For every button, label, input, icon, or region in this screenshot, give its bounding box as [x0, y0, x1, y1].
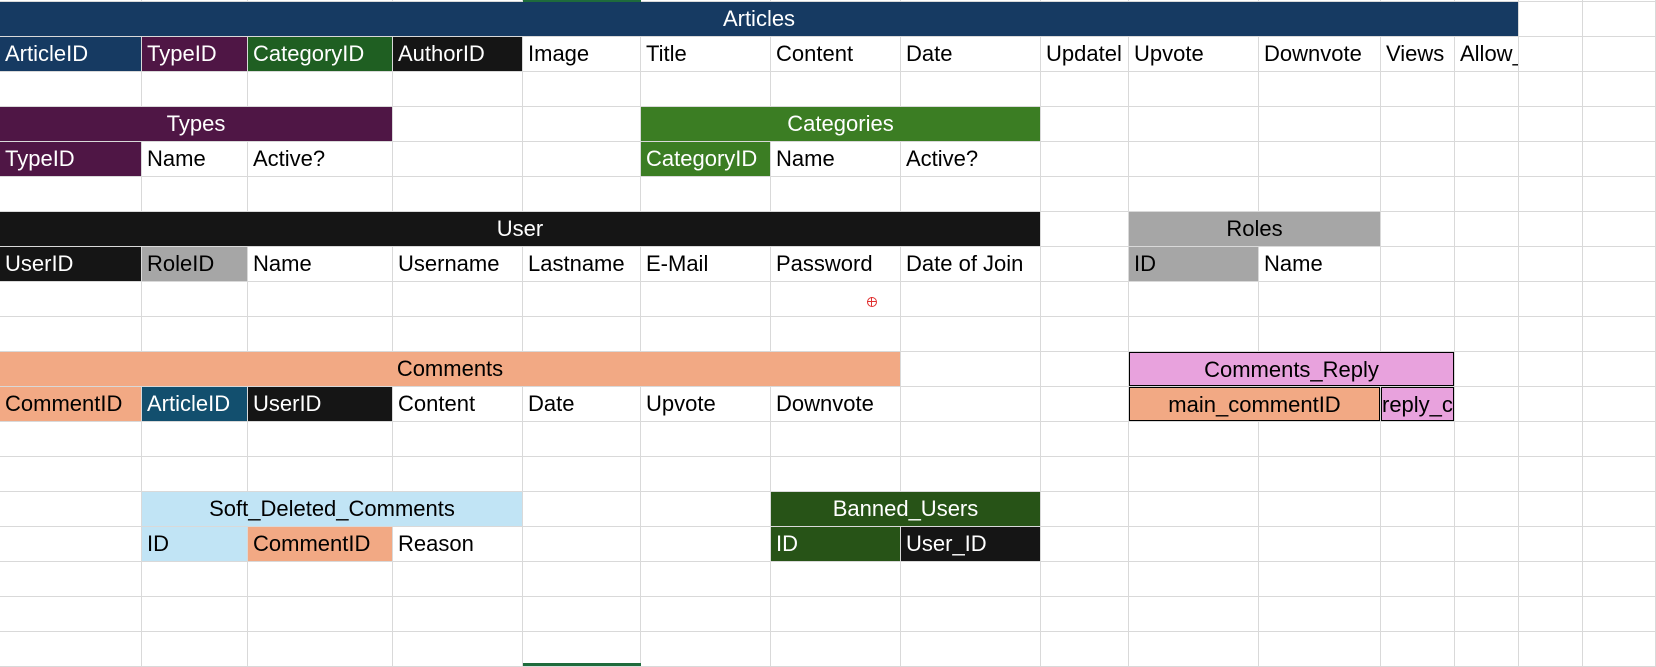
spreadsheet-grid[interactable]: Articles ArticleID TypeID CategoryID AuthorI… — [0, 0, 1656, 667]
gridline — [1040, 0, 1041, 666]
comments_reply-field-cell[interactable]: main_commentID — [1129, 387, 1380, 421]
comments-field-cell[interactable]: Date — [523, 387, 640, 421]
gridline — [392, 0, 393, 666]
gridline — [640, 0, 641, 666]
user-field-cell[interactable]: E-Mail — [641, 247, 770, 281]
gridline — [0, 456, 1656, 457]
gridline — [0, 71, 1656, 72]
types-field-cell[interactable]: Active? — [248, 142, 392, 176]
gridline — [0, 561, 1656, 562]
articles-field-cell[interactable]: AuthorID — [393, 37, 522, 71]
roles-table-title[interactable]: Roles — [1129, 212, 1380, 246]
categories-field-cell[interactable]: Name — [771, 142, 900, 176]
gridline — [770, 0, 771, 666]
categories-table-title[interactable]: Categories — [641, 107, 1040, 141]
user-field-cell[interactable]: UserID — [0, 247, 141, 281]
articles-field-cell[interactable]: TypeID — [142, 37, 247, 71]
comments_reply-table-title[interactable]: Comments_Reply — [1129, 352, 1454, 386]
articles-field-cell[interactable]: Downvote — [1259, 37, 1380, 71]
user-field-cell[interactable]: Lastname — [523, 247, 640, 281]
soft_deleted_comments-table-title[interactable]: Soft_Deleted_Comments — [142, 492, 522, 526]
cursor-crosshair-icon — [867, 297, 877, 307]
soft_deleted_comments-field-cell[interactable]: CommentID — [248, 527, 392, 561]
categories-field-cell[interactable]: CategoryID — [641, 142, 770, 176]
user-field-cell[interactable]: Date of Join — [901, 247, 1040, 281]
articles-field-cell[interactable]: CategoryID — [248, 37, 392, 71]
gridline — [900, 0, 901, 666]
gridline — [1380, 0, 1381, 666]
comments-field-cell[interactable]: Content — [393, 387, 522, 421]
gridline — [0, 176, 1656, 177]
gridline — [522, 0, 523, 666]
user-field-cell[interactable]: Username — [393, 247, 522, 281]
user-table-title[interactable]: User — [0, 212, 1040, 246]
gridline — [1128, 0, 1129, 666]
gridline — [141, 0, 142, 666]
articles-field-cell[interactable]: Content — [771, 37, 900, 71]
gridline — [1454, 0, 1455, 666]
user-field-cell[interactable]: RoleID — [142, 247, 247, 281]
articles-field-cell[interactable]: Date — [901, 37, 1040, 71]
banned_users-table-title[interactable]: Banned_Users — [771, 492, 1040, 526]
types-table-title[interactable]: Types — [0, 107, 392, 141]
comments-table-title[interactable]: Comments — [0, 352, 900, 386]
articles-field-cell[interactable]: Updatel — [1041, 37, 1128, 71]
comments_reply-field-cell[interactable]: reply_commentID — [1381, 387, 1454, 421]
types-field-cell[interactable]: TypeID — [0, 142, 141, 176]
gridline — [1582, 0, 1583, 666]
soft_deleted_comments-field-cell[interactable]: Reason — [393, 527, 522, 561]
user-field-cell[interactable]: Name — [248, 247, 392, 281]
gridline — [1518, 0, 1519, 666]
categories-field-cell[interactable]: Active? — [901, 142, 1040, 176]
roles-field-cell[interactable]: Name — [1259, 247, 1380, 281]
comments-field-cell[interactable]: Downvote — [771, 387, 900, 421]
articles-field-cell[interactable]: Upvote — [1129, 37, 1258, 71]
gridline — [247, 0, 248, 666]
comments-field-cell[interactable]: UserID — [248, 387, 392, 421]
banned_users-field-cell[interactable]: ID — [771, 527, 900, 561]
soft_deleted_comments-field-cell[interactable]: ID — [142, 527, 247, 561]
banned_users-field-cell[interactable]: User_ID — [901, 527, 1040, 561]
articles-table-title[interactable]: Articles — [0, 2, 1518, 36]
comments-field-cell[interactable]: Upvote — [641, 387, 770, 421]
articles-field-cell[interactable]: Views — [1381, 37, 1454, 71]
gridline — [0, 316, 1656, 317]
comments-field-cell[interactable]: ArticleID — [142, 387, 247, 421]
gridline — [0, 281, 1656, 282]
articles-field-cell[interactable]: ArticleID — [0, 37, 141, 71]
articles-field-cell[interactable]: Image — [523, 37, 640, 71]
roles-field-cell[interactable]: ID — [1129, 247, 1258, 281]
gridline — [1258, 0, 1259, 666]
comments-field-cell[interactable]: CommentID — [0, 387, 141, 421]
user-field-cell[interactable]: Password — [771, 247, 900, 281]
gridline — [0, 631, 1656, 632]
types-field-cell[interactable]: Name — [142, 142, 247, 176]
gridline — [0, 421, 1656, 422]
articles-field-cell[interactable]: Title — [641, 37, 770, 71]
gridline — [0, 596, 1656, 597]
articles-field-cell[interactable]: Allow_Comments — [1455, 37, 1518, 71]
